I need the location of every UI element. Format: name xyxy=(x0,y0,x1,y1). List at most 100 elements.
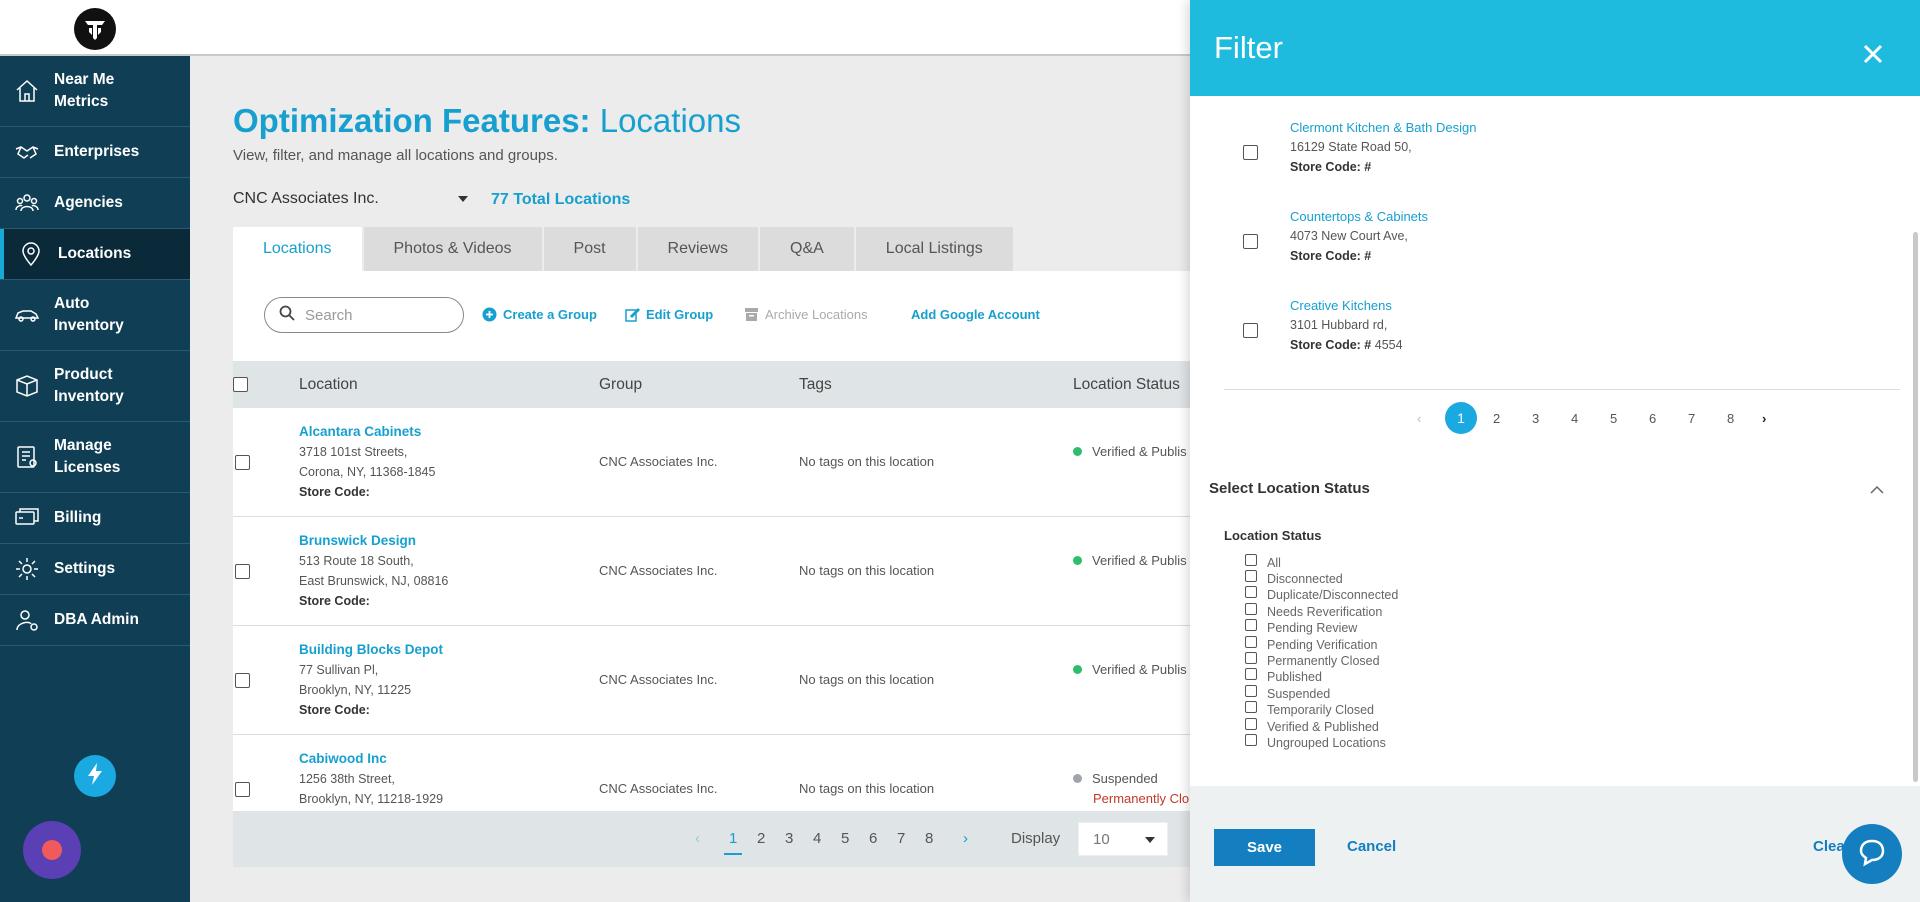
company-select[interactable]: CNC Associates Inc. xyxy=(233,190,473,208)
location-address-line2: Brooklyn, NY, 11225 xyxy=(299,683,412,697)
status-option-disconnected[interactable]: Disconnected xyxy=(1245,568,1343,586)
tab-post[interactable]: Post xyxy=(543,227,638,271)
section-title[interactable]: Select Location Status xyxy=(1209,480,1370,497)
row-checkbox[interactable] xyxy=(235,564,250,579)
column-header-tags[interactable]: Tags xyxy=(799,376,832,394)
page-2[interactable]: 2 xyxy=(1493,411,1500,426)
cancel-button[interactable]: Cancel xyxy=(1347,838,1396,855)
filter-location-checkbox[interactable] xyxy=(1243,323,1258,338)
status-option-verified-published[interactable]: Verified & Published xyxy=(1245,716,1379,734)
status-checkbox[interactable] xyxy=(1245,619,1257,631)
sidebar-item-billing[interactable]: Billing xyxy=(0,493,190,544)
column-header-group[interactable]: Group xyxy=(599,376,642,394)
app-logo[interactable] xyxy=(74,8,116,50)
status-checkbox[interactable] xyxy=(1245,652,1257,664)
row-checkbox[interactable] xyxy=(235,455,250,470)
page-2[interactable]: 2 xyxy=(757,830,765,847)
record-button[interactable] xyxy=(23,821,81,879)
display-count-select[interactable]: 10 xyxy=(1078,822,1168,856)
chevron-up-icon[interactable] xyxy=(1870,481,1884,499)
filter-location-checkbox[interactable] xyxy=(1243,145,1258,160)
column-header-location[interactable]: Location xyxy=(299,376,358,394)
row-checkbox[interactable] xyxy=(235,673,250,688)
sidebar-item-locations[interactable]: Locations xyxy=(0,229,190,280)
close-icon[interactable] xyxy=(1859,40,1887,68)
page-8[interactable]: 8 xyxy=(1727,411,1734,426)
page-6[interactable]: 6 xyxy=(869,830,877,847)
status-option-permanently-closed[interactable]: Permanently Closed xyxy=(1245,650,1380,668)
tab-photos-videos[interactable]: Photos & Videos xyxy=(363,227,544,271)
chat-button[interactable] xyxy=(1842,824,1902,884)
status-checkbox[interactable] xyxy=(1245,586,1257,598)
sidebar-item-settings[interactable]: Settings xyxy=(0,544,190,595)
prev-page-icon[interactable]: ‹ xyxy=(695,830,700,847)
status-checkbox[interactable] xyxy=(1245,701,1257,713)
tab-local-listings[interactable]: Local Listings xyxy=(855,227,1015,271)
archive-locations-button[interactable]: Archive Locations xyxy=(744,307,868,322)
next-page-icon[interactable]: › xyxy=(1762,411,1766,426)
sidebar-item-auto-inventory[interactable]: Auto Inventory xyxy=(0,280,190,351)
row-checkbox[interactable] xyxy=(235,782,250,797)
page-5[interactable]: 5 xyxy=(841,830,849,847)
add-google-account-link[interactable]: Add Google Account xyxy=(911,307,1040,322)
page-3[interactable]: 3 xyxy=(1532,411,1539,426)
prev-page-icon[interactable]: ‹ xyxy=(1417,411,1421,426)
location-name-link[interactable]: Building Blocks Depot xyxy=(299,642,443,657)
status-checkbox[interactable] xyxy=(1245,603,1257,615)
next-page-icon[interactable]: › xyxy=(963,830,968,847)
status-option-all[interactable]: All xyxy=(1245,552,1281,570)
status-checkbox[interactable] xyxy=(1245,734,1257,746)
create-group-button[interactable]: Create a Group xyxy=(482,307,597,322)
tab-locations[interactable]: Locations xyxy=(233,227,364,271)
search-input[interactable] xyxy=(305,306,435,324)
sidebar-item-agencies[interactable]: Agencies xyxy=(0,178,190,229)
sidebar-item-near-me-metrics[interactable]: Near Me Metrics xyxy=(0,56,190,127)
page-1[interactable]: 1 xyxy=(1445,402,1477,434)
page-4[interactable]: 4 xyxy=(1571,411,1578,426)
status-checkbox[interactable] xyxy=(1245,718,1257,730)
sidebar-item-dba-admin[interactable]: DBA Admin xyxy=(0,595,190,646)
sidebar-item-enterprises[interactable]: Enterprises xyxy=(0,127,190,178)
page-4[interactable]: 4 xyxy=(813,830,821,847)
tab-reviews[interactable]: Reviews xyxy=(637,227,760,271)
status-option-suspended[interactable]: Suspended xyxy=(1245,683,1330,701)
page-7[interactable]: 7 xyxy=(897,830,905,847)
status-option-temporarily-closed[interactable]: Temporarily Closed xyxy=(1245,699,1374,717)
status-option-pending-verification[interactable]: Pending Verification xyxy=(1245,634,1378,652)
total-locations-link[interactable]: 77 Total Locations xyxy=(491,191,630,209)
status-option-needs-reverification[interactable]: Needs Reverification xyxy=(1245,601,1382,619)
filter-location-store-code: Store Code: # 4554 xyxy=(1290,338,1403,352)
status-option-published[interactable]: Published xyxy=(1245,666,1322,684)
save-button[interactable]: Save xyxy=(1214,829,1315,866)
location-name-link[interactable]: Brunswick Design xyxy=(299,533,416,548)
page-1[interactable]: 1 xyxy=(724,830,743,855)
column-header-location-status[interactable]: Location Status xyxy=(1073,376,1180,394)
filter-location-name[interactable]: Creative Kitchens xyxy=(1290,298,1392,313)
status-option-ungrouped-locations[interactable]: Ungrouped Locations xyxy=(1245,732,1386,750)
page-6[interactable]: 6 xyxy=(1649,411,1656,426)
status-checkbox[interactable] xyxy=(1245,668,1257,680)
page-8[interactable]: 8 xyxy=(925,830,933,847)
tab-qa[interactable]: Q&A xyxy=(760,227,856,271)
status-checkbox[interactable] xyxy=(1245,554,1257,566)
filter-location-checkbox[interactable] xyxy=(1243,234,1258,249)
status-option-pending-review[interactable]: Pending Review xyxy=(1245,617,1357,635)
status-option-duplicate-disconnected[interactable]: Duplicate/Disconnected xyxy=(1245,584,1398,602)
status-checkbox[interactable] xyxy=(1245,570,1257,582)
location-name-link[interactable]: Alcantara Cabinets xyxy=(299,424,421,439)
location-name-link[interactable]: Cabiwood Inc xyxy=(299,751,387,766)
select-all-checkbox[interactable] xyxy=(233,377,248,392)
clear-button[interactable]: Clea xyxy=(1813,838,1845,855)
page-3[interactable]: 3 xyxy=(785,830,793,847)
filter-scrollbar[interactable] xyxy=(1913,232,1918,782)
lightning-button[interactable] xyxy=(74,755,116,797)
edit-group-button[interactable]: Edit Group xyxy=(625,307,713,322)
page-5[interactable]: 5 xyxy=(1610,411,1617,426)
page-7[interactable]: 7 xyxy=(1688,411,1695,426)
status-checkbox[interactable] xyxy=(1245,685,1257,697)
sidebar-item-product-inventory[interactable]: Product Inventory xyxy=(0,351,190,422)
filter-location-name[interactable]: Countertops & Cabinets xyxy=(1290,209,1428,224)
sidebar-item-manage-licenses[interactable]: Manage Licenses xyxy=(0,422,190,493)
filter-location-name[interactable]: Clermont Kitchen & Bath Design xyxy=(1290,120,1476,135)
status-checkbox[interactable] xyxy=(1245,636,1257,648)
